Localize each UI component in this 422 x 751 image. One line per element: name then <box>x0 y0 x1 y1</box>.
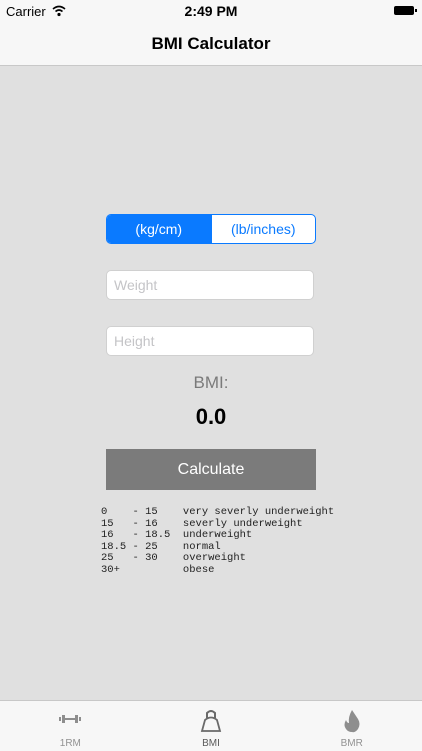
height-input[interactable] <box>106 326 314 356</box>
unit-option-lb-inches[interactable]: (lb/inches) <box>210 215 316 243</box>
battery-icon <box>394 6 417 15</box>
bmi-range-row: 15 - 16 severly underweight <box>101 517 303 530</box>
kettlebell-icon <box>200 710 222 732</box>
unit-option-kg-cm[interactable]: (kg/cm) <box>107 215 211 243</box>
bmi-value: 0.0 <box>195 404 227 429</box>
bmi-ranges-table: 0 - 15 very severly underweight 15 - 16 … <box>101 506 335 576</box>
tab-bmi[interactable]: BMI <box>141 701 282 751</box>
bmi-label: BMI: <box>193 373 229 392</box>
flame-icon <box>344 710 360 733</box>
tab-bar: 1RM BMI BMR <box>0 700 422 751</box>
calculate-button[interactable]: Calculate <box>106 449 316 490</box>
page-title: BMI Calculator <box>151 34 271 53</box>
tab-1rm[interactable]: 1RM <box>0 701 141 751</box>
unit-segmented-control[interactable]: (kg/cm) (lb/inches) <box>106 214 316 244</box>
bmi-range-row: 30+ obese <box>101 563 215 576</box>
clock-time: 2:49 PM <box>184 3 238 19</box>
bmi-range-row: 25 - 30 overweight <box>101 552 246 564</box>
tab-label-bmi: BMI <box>202 738 220 749</box>
bmi-range-row: 16 - 18.5 underweight <box>101 529 253 541</box>
bmi-range-row: 18.5 - 25 normal <box>101 540 221 553</box>
navigation-bar: BMI Calculator <box>0 22 422 66</box>
weight-input[interactable] <box>106 270 314 300</box>
status-bar: Carrier 2:49 PM <box>0 0 422 22</box>
tab-bmr[interactable]: BMR <box>281 701 422 751</box>
dumbbell-icon <box>59 715 82 723</box>
tab-label-1rm: 1RM <box>59 738 81 749</box>
tab-label-bmr: BMR <box>340 738 363 749</box>
bmi-range-row: 0 - 15 very severly underweight <box>101 506 335 518</box>
